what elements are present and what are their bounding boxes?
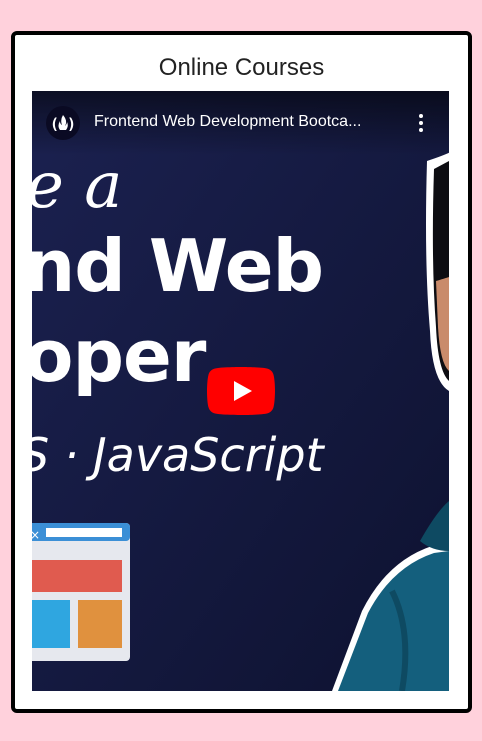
thumbnail-text-line1: e a (32, 149, 122, 223)
video-embed[interactable]: e a nd Web oper S · JavaScript × () Fro… (32, 91, 449, 691)
youtube-play-icon (207, 367, 275, 415)
thumbnail-text-line3: oper (32, 314, 207, 398)
video-title-bar: ( ) Frontend Web Development Bootca... (32, 91, 449, 155)
more-vert-icon[interactable] (417, 113, 425, 133)
course-card: Online Courses e a nd Web oper S · JavaS… (11, 31, 472, 713)
svg-text:): ) (67, 115, 76, 133)
svg-text:(: ( (50, 115, 59, 133)
layout-illustration: × (32, 523, 130, 661)
thumbnail-text-line2: nd Web (32, 224, 323, 308)
thumbnail-text-line4: S · JavaScript (32, 428, 326, 482)
freecodecamp-logo-icon: ( ) (50, 115, 76, 133)
channel-avatar[interactable]: ( ) (46, 106, 80, 140)
card-title: Online Courses (158, 54, 325, 81)
video-title-link[interactable]: Frontend Web Development Bootca... (94, 113, 394, 131)
svg-text:×: × (32, 528, 40, 542)
play-button[interactable] (207, 367, 275, 415)
